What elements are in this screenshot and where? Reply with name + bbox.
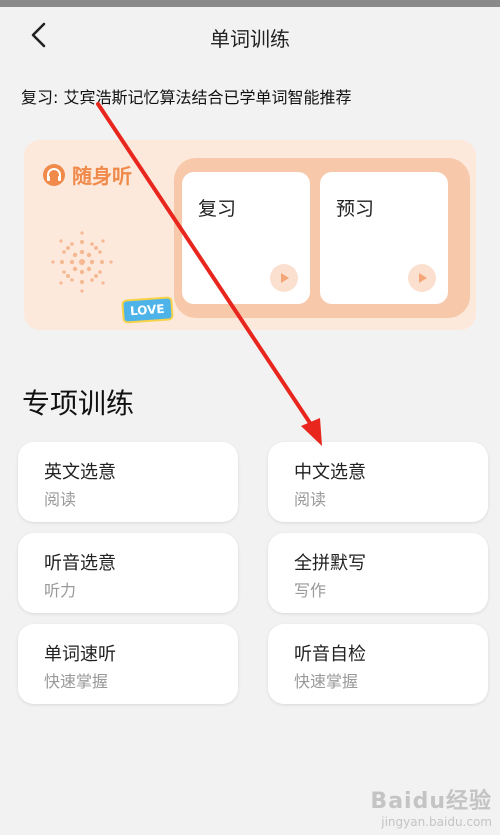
training-card-chinese-meaning[interactable]: 中文选意 阅读 xyxy=(268,442,488,522)
section-title: 专项训练 xyxy=(22,387,135,420)
training-card-subtitle: 阅读 xyxy=(294,490,327,509)
play-icon[interactable] xyxy=(408,264,436,292)
headphones-icon xyxy=(43,163,65,186)
love-sticker: LOVE xyxy=(121,296,174,324)
preview-card[interactable]: 预习 xyxy=(320,172,448,304)
training-card-title: 听音选意 xyxy=(44,553,116,574)
banner-panel: 复习 预习 xyxy=(174,158,470,318)
preview-card-label: 预习 xyxy=(336,198,375,220)
training-card-subtitle: 快速掌握 xyxy=(294,672,359,691)
review-card-label: 复习 xyxy=(198,198,237,220)
speaker-icon xyxy=(51,231,113,293)
training-card-title: 中文选意 xyxy=(294,462,366,483)
watermark: Baidu经验 jingyan.baidu.com xyxy=(370,783,492,829)
review-card[interactable]: 复习 xyxy=(182,172,310,304)
banner-logo: 随身听 xyxy=(42,160,132,189)
training-card-listen-self-check[interactable]: 听音自检 快速掌握 xyxy=(268,624,488,704)
training-card-title: 听音自检 xyxy=(294,644,366,665)
training-card-title: 单词速听 xyxy=(44,644,116,665)
training-card-title: 全拼默写 xyxy=(294,553,366,574)
status-bar xyxy=(0,0,500,7)
training-card-quick-listen[interactable]: 单词速听 快速掌握 xyxy=(18,624,238,704)
training-card-subtitle: 快速掌握 xyxy=(44,672,109,691)
watermark-url: jingyan.baidu.com xyxy=(381,815,492,829)
page-title: 单词训练 xyxy=(210,27,290,51)
training-card-full-spelling[interactable]: 全拼默写 写作 xyxy=(268,533,488,613)
training-card-title: 英文选意 xyxy=(44,462,116,483)
watermark-brand: Baidu经验 xyxy=(370,789,492,814)
training-card-subtitle: 写作 xyxy=(294,581,327,600)
listen-banner: 随身听 LOVE 复习 预习 xyxy=(24,140,476,330)
training-card-listen-meaning[interactable]: 听音选意 听力 xyxy=(18,533,238,613)
banner-logo-text: 随身听 xyxy=(72,164,132,188)
header: 单词训练 xyxy=(0,7,500,65)
training-card-english-meaning[interactable]: 英文选意 阅读 xyxy=(18,442,238,522)
training-card-subtitle: 阅读 xyxy=(44,490,77,509)
review-hint: 复习: 艾宾浩斯记忆算法结合已学单词智能推荐 xyxy=(21,88,352,107)
play-icon[interactable] xyxy=(270,264,298,292)
training-card-subtitle: 听力 xyxy=(44,581,77,600)
